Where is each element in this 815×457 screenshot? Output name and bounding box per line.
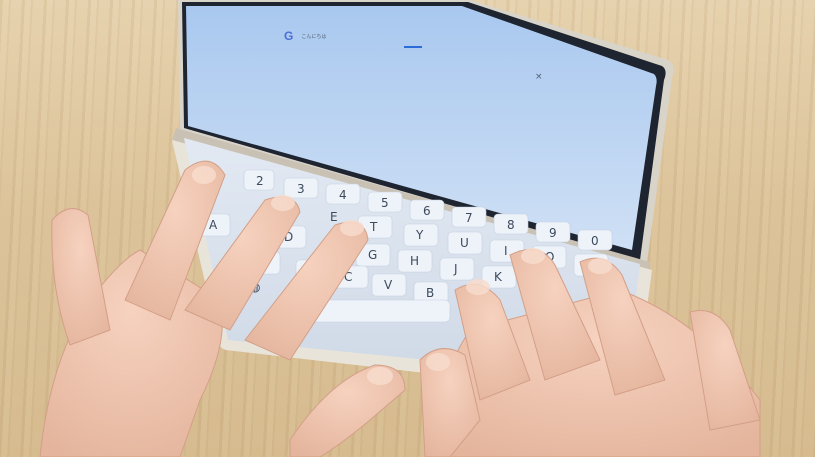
hands	[39, 160, 761, 457]
photo-scene: 2 3 4 5 6 7 8 9 0 T Y U I O P A D G H J …	[0, 0, 815, 457]
